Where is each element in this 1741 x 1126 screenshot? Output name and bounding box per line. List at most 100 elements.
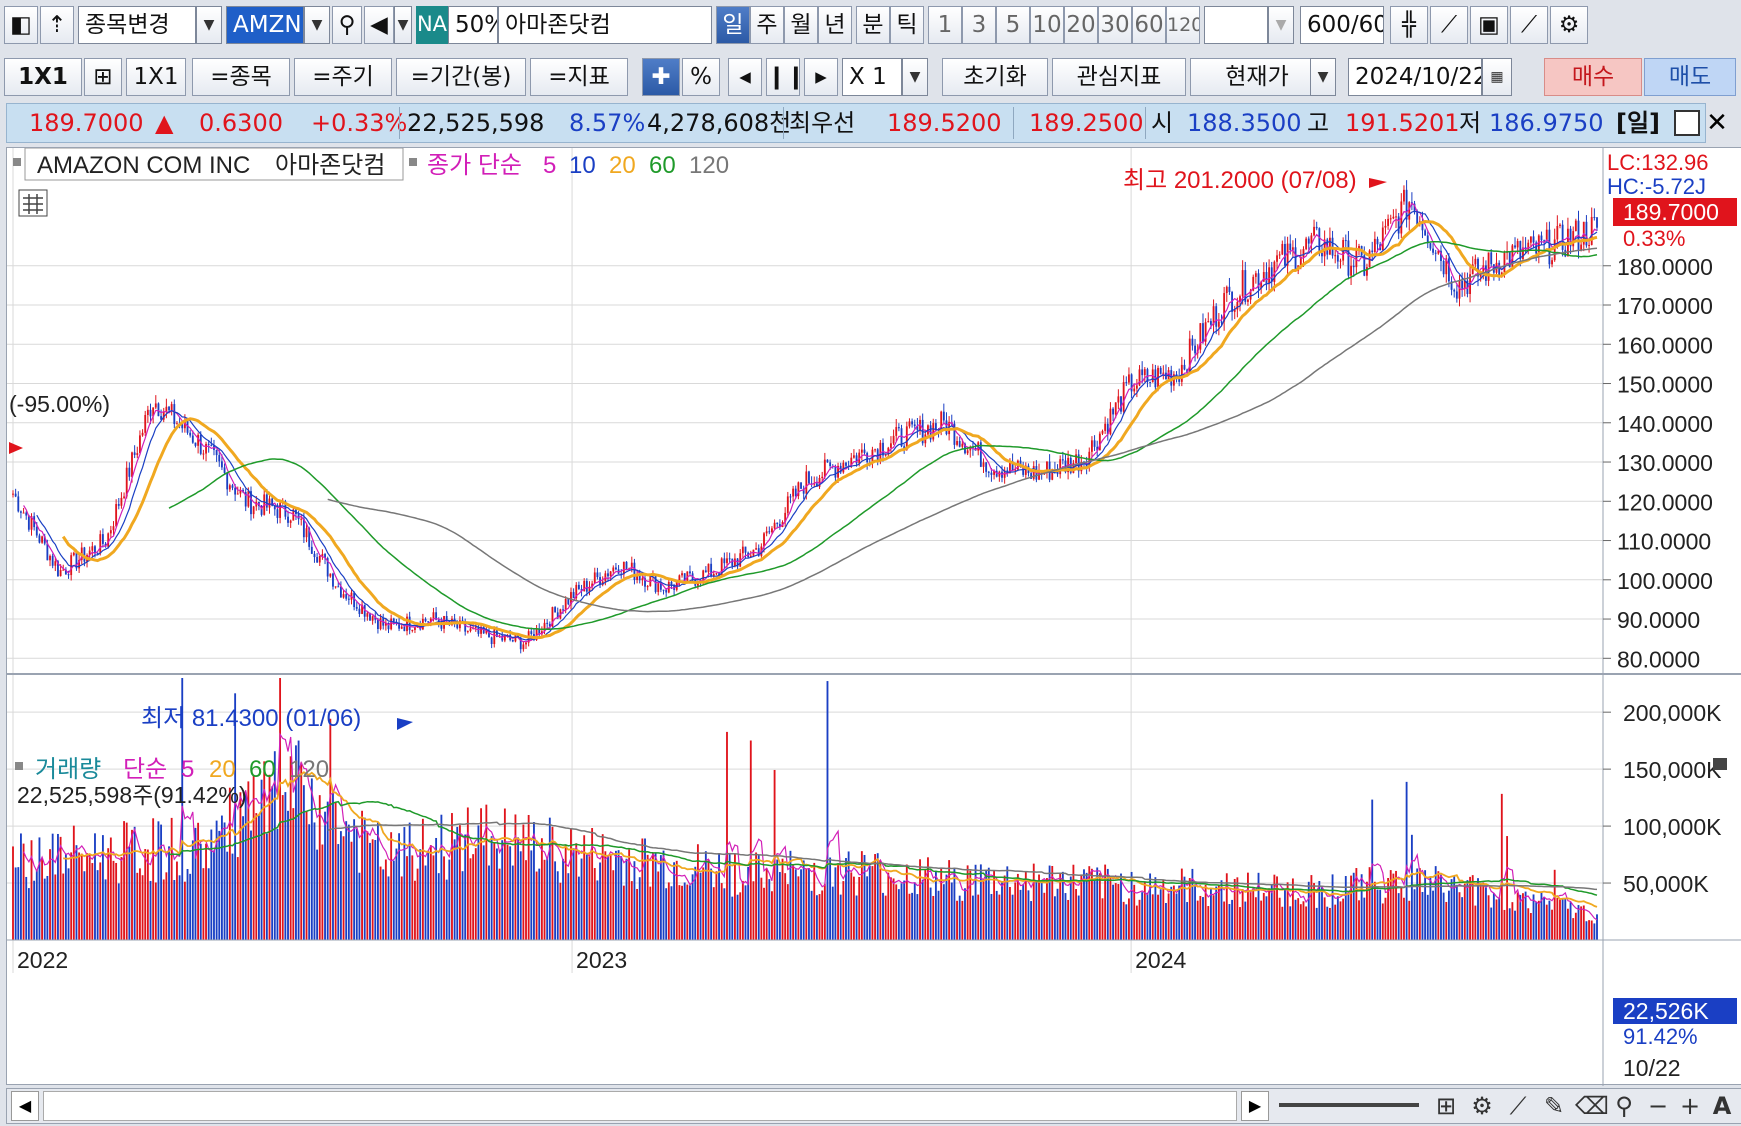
sell-button[interactable]: 매도 [1644,58,1736,96]
layout-1x1-button[interactable]: 1X1 [4,58,82,96]
data-table-icon[interactable] [18,189,48,217]
zoom-search-icon[interactable]: ⚲ [1609,1091,1639,1121]
multiplier-field[interactable]: X 1 [842,58,902,96]
speaker-icon[interactable]: ◀ [364,6,394,44]
horizontal-scrollbar[interactable] [43,1091,1237,1121]
crosshair-move-icon[interactable]: ✚ [642,58,680,96]
candle-body [1334,255,1337,257]
stock-change-dropdown[interactable]: ▼ [196,6,222,44]
symbol-dropdown[interactable]: ▼ [304,6,330,44]
watch-indicator-button[interactable]: 관심지표 [1052,58,1186,96]
volume-bar [527,814,530,940]
period-month-tab[interactable]: 월 [784,6,818,44]
interval-30[interactable]: 30 [1098,6,1132,44]
period-year-tab[interactable]: 년 [818,6,852,44]
maximize-icon[interactable] [1674,110,1700,136]
interval-custom-field[interactable] [1204,6,1268,44]
zoom-field[interactable]: 50% [448,6,498,44]
interval-3[interactable]: 3 [962,6,996,44]
interval-1[interactable]: 1 [928,6,962,44]
pause-icon[interactable]: ❙❙ [766,58,800,96]
interval-custom-dropdown[interactable]: ▼ [1268,6,1294,44]
buy-button[interactable]: 매수 [1544,58,1642,96]
volume-bar [379,866,382,940]
interval-20[interactable]: 20 [1064,6,1098,44]
volume-bar [276,828,279,940]
volume-bar [268,774,271,940]
volume-bar [932,895,935,940]
candle-body [1149,381,1152,383]
reset-button[interactable]: 초기화 [942,58,1048,96]
period-tick-tab[interactable]: 틱 [890,6,924,44]
volume-bar [318,795,321,940]
zoom-out-icon[interactable]: − [1643,1091,1673,1121]
layout-icon[interactable]: ◧ [4,6,38,44]
scroll-left-arrow-icon[interactable]: ◀ [11,1091,39,1121]
chart-canvas[interactable]: 80.0000 90.0000 100.0000 110.0000 120.0000 13… [7,148,1741,1086]
period-minute-tab[interactable]: 분 [856,6,890,44]
period-week-tab[interactable]: 주 [750,6,784,44]
percent-button[interactable]: % [682,58,720,96]
symbol-input[interactable]: AMZN [226,6,304,44]
count-field[interactable]: 600/600 [1300,6,1384,44]
date-field[interactable]: 2024/10/22 [1348,58,1482,96]
volume-bar [1458,892,1461,940]
multiplier-dropdown[interactable]: ▼ [902,58,928,96]
volume-bar [945,874,948,940]
period-day-tab[interactable]: 일 [716,6,750,44]
grid-icon[interactable]: ⊞ [84,58,122,96]
volume-bar [1492,893,1495,940]
chart-area[interactable]: 80.0000 90.0000 100.0000 110.0000 120.0000 13… [6,147,1741,1086]
eq-period-button[interactable]: =기간(봉) [396,58,526,96]
interval-120[interactable]: 120 [1166,6,1200,44]
prev-icon[interactable]: ◂ [728,58,762,96]
close-icon[interactable]: ✕ [1704,110,1730,136]
candle-icon[interactable]: ╬ [1390,6,1428,44]
candle-body [773,522,776,529]
volume-bar [1315,907,1318,940]
scroll-right-arrow-icon[interactable]: ▶ [1241,1091,1269,1121]
candle-body [1344,240,1347,242]
stock-change-field[interactable]: 종목변경 [78,6,196,44]
drawline-icon[interactable]: ⟋ [1430,6,1468,44]
search-icon[interactable]: ⚲ [332,6,362,44]
interval-5[interactable]: 5 [996,6,1030,44]
save-icon[interactable]: ▣ [1470,6,1508,44]
auto-scale-icon[interactable]: A [1707,1091,1737,1121]
volume-bar [392,860,395,940]
speaker-dropdown[interactable]: ▼ [394,6,412,44]
crosshair-icon[interactable]: ⊞ [1431,1091,1461,1121]
interval-60[interactable]: 60 [1132,6,1166,44]
volume-bar [1053,896,1056,940]
chart-type-icon[interactable]: ⟋ [1503,1091,1533,1121]
candle-body [115,504,118,527]
pin-icon[interactable]: ⇡ [40,6,74,44]
volume-bar [625,858,628,940]
current-price-dropdown[interactable]: ▼ [1310,58,1336,96]
candle-body [1268,267,1271,284]
eq-cycle-button[interactable]: =주기 [294,58,392,96]
current-price-button[interactable]: 현재가 [1190,58,1324,96]
layout-1x1-alt-button[interactable]: 1X1 [126,58,186,96]
settings-gear-icon[interactable]: ⚙ [1550,6,1588,44]
volume-bar [271,786,274,940]
candle-body [218,455,221,462]
draw-icon[interactable]: ✎ [1539,1091,1569,1121]
interval-10[interactable]: 10 [1030,6,1064,44]
candle-body [189,432,192,436]
calendar-icon[interactable]: ▦ [1482,58,1512,96]
zoom-slider[interactable] [1279,1103,1419,1107]
settings-icon[interactable]: ⚙ [1467,1091,1497,1121]
eraser-icon[interactable]: ⌫ [1575,1091,1609,1121]
candle-body [342,594,345,598]
eq-indicator-button[interactable]: =지표 [530,58,628,96]
zoom-in-icon[interactable]: + [1675,1091,1705,1121]
next-icon[interactable]: ▸ [804,58,838,96]
volume-bar [480,808,482,940]
volume-panel-close-icon[interactable] [1713,758,1727,770]
eq-stock-button[interactable]: =종목 [192,58,290,96]
day-badge[interactable]: [일] [1608,103,1668,143]
volume-bar [1334,904,1337,940]
chart-tool-icon[interactable]: ⟋ [1510,6,1548,44]
candle-body [334,586,337,588]
